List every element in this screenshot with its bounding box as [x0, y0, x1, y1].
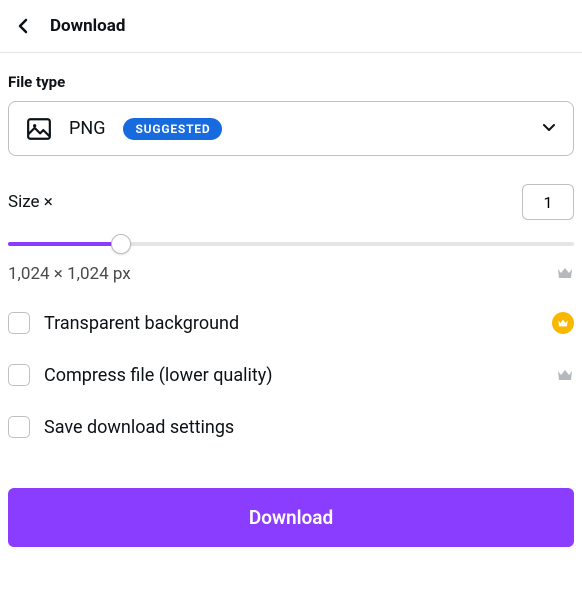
- panel-title: Download: [50, 16, 125, 36]
- file-type-label: File type: [8, 73, 574, 91]
- compress-checkbox[interactable]: [8, 364, 30, 386]
- size-slider[interactable]: [8, 234, 574, 254]
- option-save-settings: Save download settings: [8, 416, 574, 438]
- dimensions-text: 1,024 × 1,024 px: [8, 264, 131, 284]
- slider-fill: [8, 242, 121, 246]
- option-transparent-background: Transparent background: [8, 312, 574, 334]
- size-label: Size ×: [8, 192, 53, 212]
- crown-gold-icon: [552, 312, 574, 334]
- size-info-row: 1,024 × 1,024 px: [8, 264, 574, 284]
- premium-badge: [552, 312, 574, 334]
- chevron-left-icon: [16, 18, 32, 34]
- compress-label: Compress file (lower quality): [44, 365, 273, 386]
- file-type-select[interactable]: PNG SUGGESTED: [8, 101, 574, 156]
- crown-icon: [556, 368, 574, 382]
- chevron-down-icon: [541, 119, 557, 139]
- save-settings-label: Save download settings: [44, 417, 234, 438]
- file-type-value: PNG: [69, 118, 105, 139]
- crown-icon: [556, 265, 574, 284]
- back-button[interactable]: [12, 14, 36, 38]
- transparent-checkbox[interactable]: [8, 312, 30, 334]
- panel-content: File type PNG SUGGESTED Size × 1,024 × 1…: [0, 53, 582, 555]
- size-row: Size ×: [8, 184, 574, 220]
- option-compress-file: Compress file (lower quality): [8, 364, 574, 386]
- size-input[interactable]: [522, 184, 574, 220]
- image-icon: [25, 115, 53, 143]
- transparent-label: Transparent background: [44, 313, 239, 334]
- download-button[interactable]: Download: [8, 488, 574, 547]
- slider-thumb[interactable]: [111, 234, 131, 254]
- suggested-badge: SUGGESTED: [123, 118, 222, 140]
- save-settings-checkbox[interactable]: [8, 416, 30, 438]
- panel-header: Download: [0, 0, 582, 53]
